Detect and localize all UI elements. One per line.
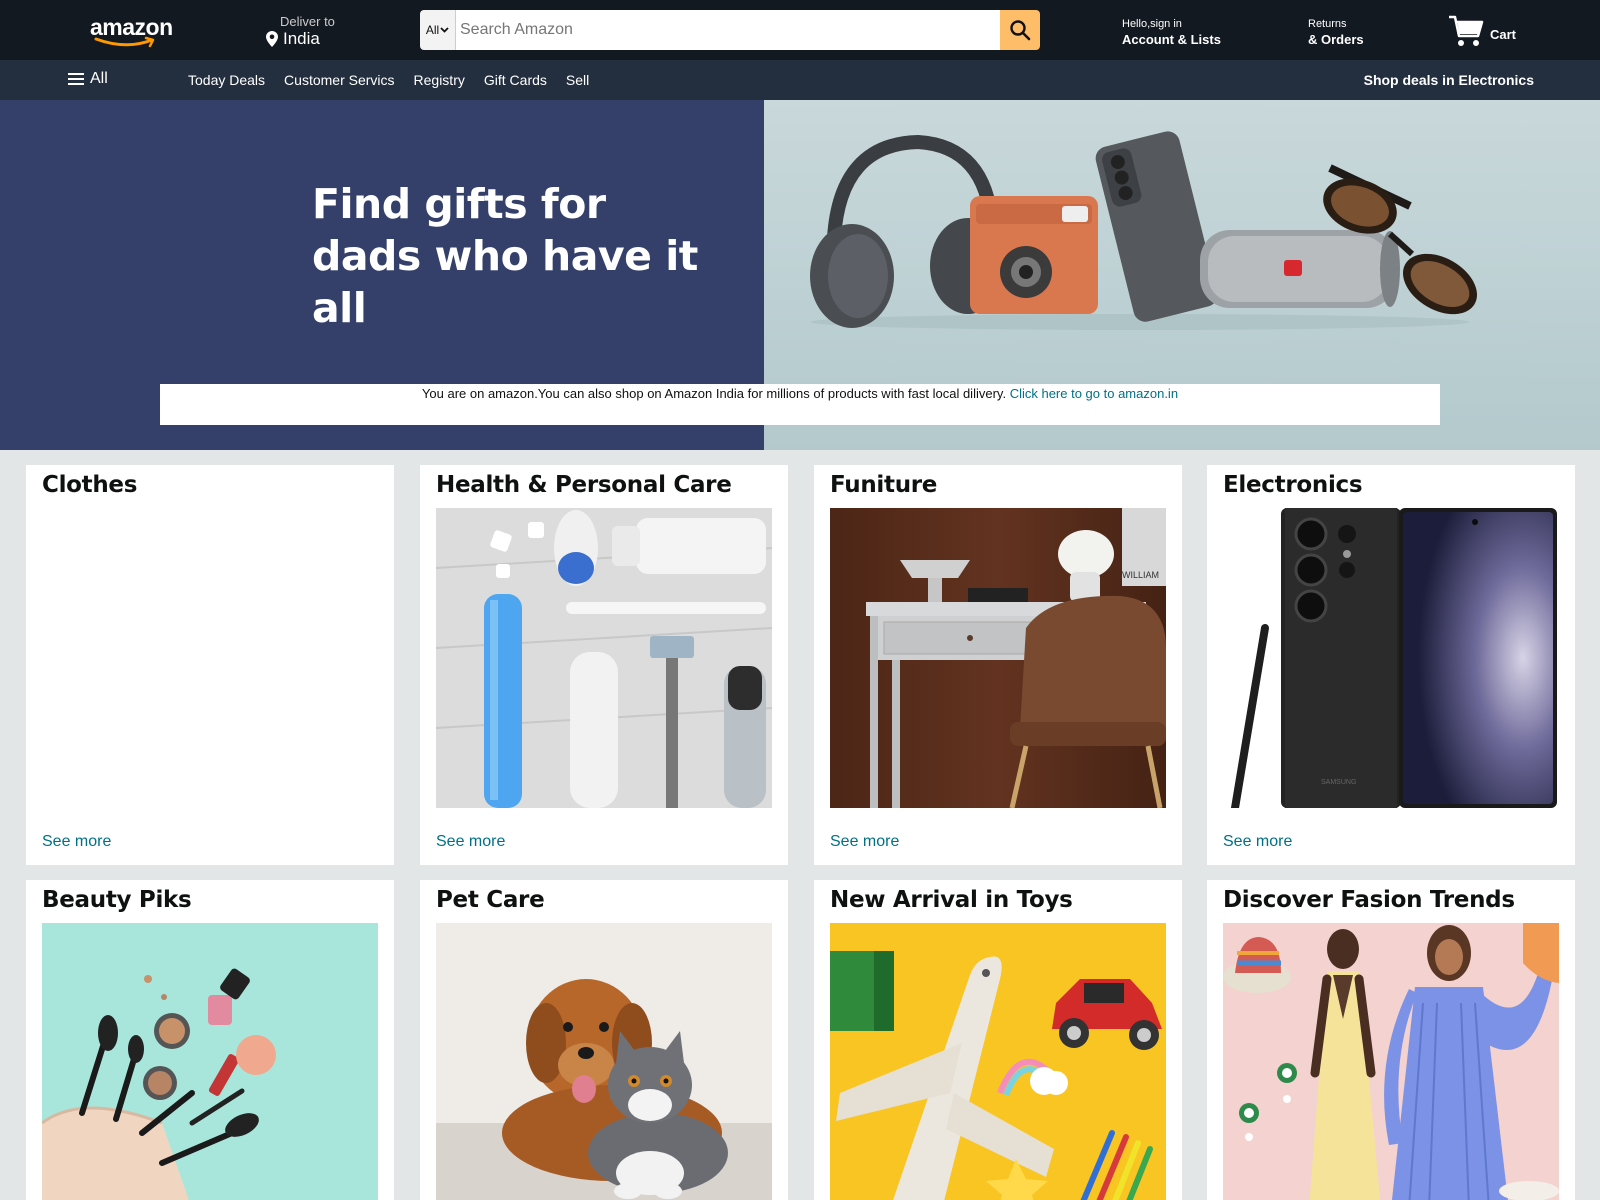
category-card-pet-care[interactable]: Pet Care: [420, 880, 788, 1200]
hero-products-image: [810, 131, 1477, 330]
card-title: Health & Personal Care: [436, 472, 732, 498]
subnav-link-customer-service[interactable]: Customer Servics: [284, 72, 394, 88]
cart-icon: [1449, 15, 1484, 46]
search-category-dropdown[interactable]: All: [420, 10, 456, 50]
category-card-furniture[interactable]: Funiture WILLIAM See more: [814, 465, 1182, 865]
see-more-link[interactable]: See more: [830, 833, 899, 851]
cart-label: Cart: [1490, 27, 1517, 42]
smile-arrow-icon: [94, 36, 155, 48]
makeup-image: [42, 923, 378, 1200]
see-more-link[interactable]: See more: [42, 833, 111, 851]
deliver-country: India: [283, 29, 320, 48]
book-title-text: WILLIAM: [1122, 570, 1159, 580]
amazon-logo[interactable]: amazon: [90, 14, 176, 48]
cart[interactable]: Cart: [1448, 10, 1516, 48]
account-greeting: Hello,sign in: [1122, 18, 1182, 30]
sub-nav: All Today Deals Customer Servics Registr…: [0, 60, 1600, 100]
fashion-card-image[interactable]: [1223, 923, 1559, 1200]
fashion-models-image: [1223, 923, 1559, 1200]
deliver-to[interactable]: Deliver to India: [266, 14, 335, 49]
subnav-link-registry[interactable]: Registry: [414, 72, 465, 88]
category-card-fashion[interactable]: Discover Fasion Trends: [1207, 880, 1575, 1200]
category-card-clothes[interactable]: Clothes See more: [26, 465, 394, 865]
search-bar: All: [420, 10, 1040, 50]
search-input[interactable]: [456, 10, 1000, 50]
see-more-link[interactable]: See more: [436, 833, 505, 851]
category-card-toys[interactable]: New Arrival in Toys: [814, 880, 1182, 1200]
speaker-image: [1200, 230, 1400, 308]
account-label: Account & Lists: [1122, 32, 1221, 47]
region-notice: You are on amazon.You can also shop on A…: [160, 384, 1440, 425]
desk-image: WILLIAM: [830, 508, 1166, 808]
deliver-label: Deliver to: [280, 14, 335, 29]
dog-and-cat-image: [436, 923, 772, 1200]
beauty-card-image[interactable]: [42, 923, 378, 1200]
pet-care-card-image[interactable]: [436, 923, 772, 1200]
health-card-image[interactable]: [436, 508, 772, 808]
subnav-links: Today Deals Customer Servics Registry Gi…: [188, 72, 589, 88]
all-menu-label: All: [90, 70, 108, 87]
hero-heading-line1: Find gifts for: [312, 180, 606, 228]
account-lists[interactable]: Hello,sign in Account & Lists: [1122, 17, 1221, 47]
region-notice-text: You are on amazon.You can also shop on A…: [421, 386, 1007, 401]
orders-label: & Orders: [1308, 32, 1364, 47]
subnav-link-gift-cards[interactable]: Gift Cards: [484, 72, 547, 88]
subnav-link-sell[interactable]: Sell: [566, 72, 589, 88]
card-title: Pet Care: [436, 887, 545, 913]
category-card-health[interactable]: Health & Personal Care See more: [420, 465, 788, 865]
search-category-label: All: [425, 23, 440, 37]
phone-brand-text: SAMSUNG: [1321, 779, 1356, 786]
see-more-link[interactable]: See more: [1223, 833, 1292, 851]
hamburger-icon: [68, 73, 84, 85]
chevron-down-icon: [440, 27, 449, 33]
electronics-card-image[interactable]: SAMSUNG: [1223, 508, 1559, 808]
toiletries-image: [436, 508, 772, 808]
deliver-location: India: [266, 29, 335, 49]
card-title: Electronics: [1223, 472, 1363, 498]
furniture-card-image[interactable]: WILLIAM: [830, 508, 1166, 808]
smartphone-image: [1095, 131, 1218, 322]
hero-heading-line2: dads who have it all: [312, 232, 698, 332]
card-title: New Arrival in Toys: [830, 887, 1073, 913]
card-title: Clothes: [42, 472, 138, 498]
go-to-amazon-in-link[interactable]: Click here to go to amazon.in: [1010, 386, 1178, 401]
galaxy-phone-image: SAMSUNG: [1223, 508, 1559, 808]
location-pin-icon: [266, 31, 278, 47]
subnav-link-today-deals[interactable]: Today Deals: [188, 72, 265, 88]
card-title: Funiture: [830, 472, 938, 498]
instant-camera-image: [970, 196, 1098, 314]
all-menu-button[interactable]: All: [68, 70, 108, 88]
category-card-beauty[interactable]: Beauty Piks: [26, 880, 394, 1200]
category-card-electronics[interactable]: Electronics SAMSUNG See more: [1207, 465, 1575, 865]
hero-heading: Find gifts for dads who have it all: [312, 178, 732, 334]
returns-label: Returns: [1308, 18, 1347, 30]
returns-orders[interactable]: Returns & Orders: [1308, 17, 1364, 47]
toy-airplane-image: [830, 923, 1166, 1200]
search-icon: [1010, 20, 1031, 41]
search-button[interactable]: [1000, 10, 1040, 50]
shop-deals-electronics-link[interactable]: Shop deals in Electronics: [1364, 72, 1534, 88]
card-title: Discover Fasion Trends: [1223, 887, 1515, 913]
card-title: Beauty Piks: [42, 887, 192, 913]
toys-card-image[interactable]: [830, 923, 1166, 1200]
top-nav: amazon Deliver to India All Search Amazo…: [0, 0, 1600, 60]
